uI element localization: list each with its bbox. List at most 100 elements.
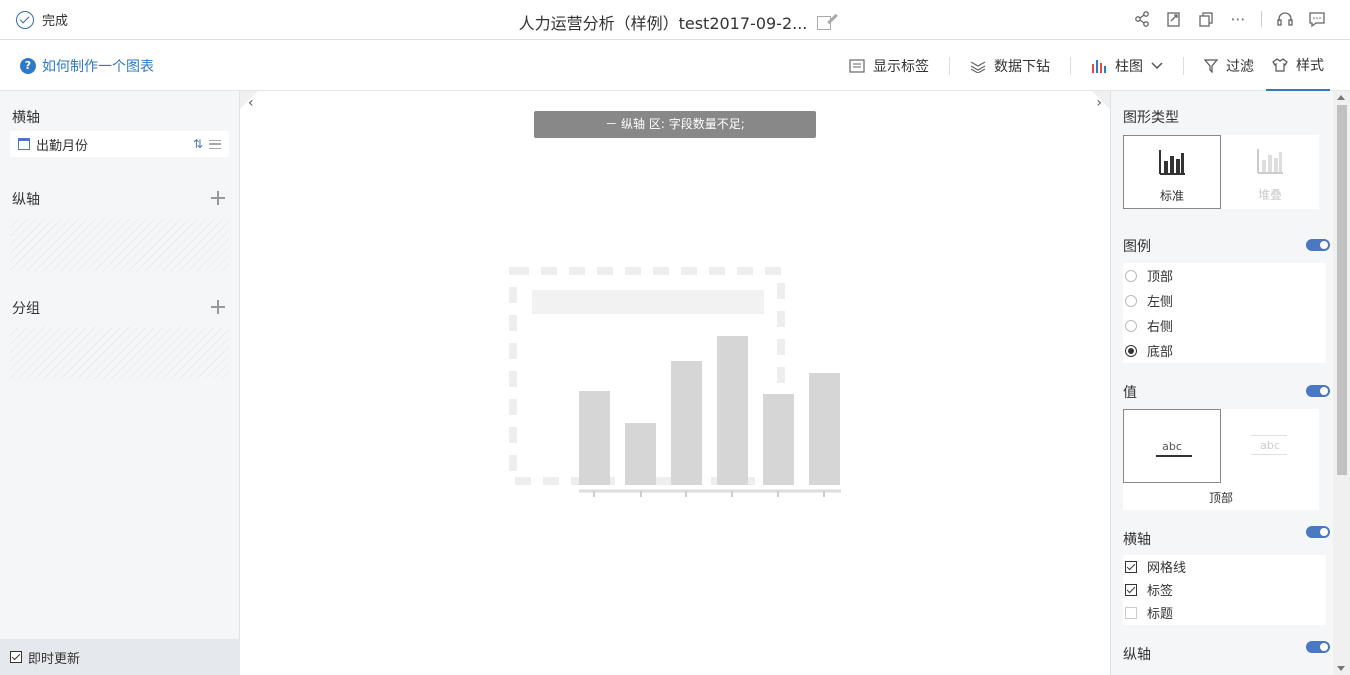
chart-type-dropdown[interactable]: 柱图 (1071, 40, 1183, 91)
type-stacked-option[interactable]: 堆叠 (1221, 135, 1319, 209)
style-tab[interactable]: 样式 (1266, 40, 1330, 91)
scroll-up-icon[interactable] (1337, 95, 1345, 100)
x-axis-options: 网格线 标签 标题 (1123, 555, 1326, 625)
group-dropzone[interactable] (10, 327, 229, 379)
gridline-checkbox[interactable]: 网格线 (1123, 555, 1326, 578)
legend-left-radio[interactable]: 左侧 (1123, 288, 1326, 313)
add-group-field-icon[interactable] (211, 300, 225, 314)
value-inside-option[interactable]: abc (1221, 409, 1319, 483)
chart-toolbar: ? 如何制作一个图表 显示标签 数据下钻 柱图 过滤 样式 (0, 40, 1350, 91)
edit-icon[interactable] (817, 16, 832, 30)
radio-selected-icon (1125, 344, 1137, 357)
show-labels-label: 显示标签 (873, 58, 929, 75)
x-axis-toggle[interactable] (1306, 526, 1330, 538)
headset-icon[interactable] (1276, 10, 1294, 28)
value-title: 值 (1123, 385, 1137, 401)
sort-icon[interactable]: ⇅ (193, 137, 203, 151)
top-icons: ⋯ (1133, 10, 1326, 28)
scroll-thumb[interactable] (1337, 105, 1347, 475)
legend-bottom-radio[interactable]: 底部 (1123, 338, 1326, 363)
tool-group: 显示标签 数据下钻 柱图 过滤 样式 (829, 40, 1350, 91)
value-baseline (1156, 455, 1192, 457)
menu-icon[interactable] (209, 139, 221, 149)
collapse-right-icon[interactable]: › (1096, 95, 1102, 111)
chart-canvas: ‹ › － 纵轴 区: 字段数量不足; (240, 91, 1110, 675)
legend-top-radio[interactable]: 顶部 (1123, 263, 1326, 288)
axis-title-checkbox[interactable]: 标题 (1123, 601, 1326, 624)
legend-option-label: 底部 (1147, 345, 1174, 360)
value-baseline (1251, 454, 1287, 455)
top-bar: 完成 人力运营分析（样例）test2017-09-2... ⋯ (0, 0, 1350, 40)
chart-type-label: 柱图 (1115, 58, 1143, 75)
stacked-bar-icon (1257, 149, 1283, 174)
copy-icon[interactable] (1197, 10, 1215, 28)
collapse-left-icon[interactable]: ‹ (248, 95, 254, 111)
shirt-icon (1272, 57, 1288, 72)
share-icon[interactable] (1133, 10, 1151, 28)
radio-icon (1125, 319, 1137, 332)
legend-options: 顶部 左侧 右侧 底部 (1123, 263, 1326, 363)
howto-link[interactable]: ? 如何制作一个图表 (20, 56, 154, 76)
axis-label-label: 标签 (1147, 584, 1174, 599)
filter-label: 过滤 (1226, 58, 1254, 75)
type-stacked-label: 堆叠 (1257, 188, 1282, 202)
legend-option-label: 右侧 (1147, 320, 1174, 335)
checkbox-checked-icon (10, 651, 22, 663)
y-axis-style-title: 纵轴 (1123, 647, 1151, 663)
checkbox-checked-icon (1125, 583, 1137, 596)
warning-banner: － 纵轴 区: 字段数量不足; (534, 111, 816, 138)
x-axis-field-name: 出勤月份 (36, 138, 89, 154)
more-icon[interactable]: ⋯ (1229, 10, 1247, 28)
value-top-option[interactable]: abc (1123, 409, 1221, 483)
y-axis-toggle[interactable] (1306, 641, 1330, 653)
help-icon: ? (20, 58, 36, 74)
x-axis-style-title: 横轴 (1123, 532, 1151, 548)
value-toggle[interactable] (1306, 385, 1330, 397)
drilldown-button[interactable]: 数据下钻 (950, 40, 1070, 91)
x-axis-field-chip[interactable]: 出勤月份 ⇅ (10, 131, 229, 157)
standard-bar-icon (1159, 150, 1185, 175)
legend-title: 图例 (1123, 239, 1151, 255)
type-standard-option[interactable]: 标准 (1123, 135, 1221, 209)
checkbox-checked-icon (1125, 560, 1137, 573)
calendar-icon (18, 138, 30, 150)
legend-option-label: 左侧 (1147, 295, 1174, 310)
group-label: 分组 (12, 301, 40, 317)
show-labels-button[interactable]: 显示标签 (829, 40, 949, 91)
style-label: 样式 (1296, 57, 1324, 74)
x-axis-label: 横轴 (12, 110, 40, 126)
add-y-axis-field-icon[interactable] (211, 191, 225, 205)
instant-update-checkbox[interactable]: 即时更新 (0, 639, 240, 675)
legend-toggle[interactable] (1306, 239, 1330, 251)
value-position-label: 顶部 (1208, 491, 1233, 505)
document-title-text: 人力运营分析（样例）test2017-09-2... (518, 14, 808, 33)
value-sample: abc (1162, 440, 1182, 453)
y-axis-dropzone[interactable] (10, 219, 229, 271)
layers-icon (970, 60, 986, 73)
y-axis-label: 纵轴 (12, 192, 40, 208)
checkbox-unchecked-icon (1125, 606, 1137, 619)
filter-button[interactable]: 过滤 (1184, 40, 1266, 91)
howto-label: 如何制作一个图表 (42, 59, 154, 75)
scroll-down-icon[interactable] (1337, 666, 1345, 671)
radio-icon (1125, 294, 1137, 307)
type-standard-label: 标准 (1159, 189, 1184, 203)
chat-icon[interactable] (1308, 10, 1326, 28)
legend-option-label: 顶部 (1147, 270, 1174, 285)
chevron-down-icon (1151, 61, 1163, 69)
axis-label-checkbox[interactable]: 标签 (1123, 578, 1326, 601)
chart-type-title: 图形类型 (1123, 110, 1179, 126)
label-icon (849, 58, 865, 73)
value-baseline (1251, 435, 1287, 436)
style-panel: 图形类型 标准 堆叠 图例 顶部 左侧 右侧 底部 值 abc abc 顶部 横… (1110, 91, 1350, 675)
empty-chart-illustration (509, 267, 841, 497)
export-icon[interactable] (1165, 10, 1183, 28)
gridline-label: 网格线 (1147, 561, 1187, 576)
field-panel: 横轴 出勤月份 ⇅ 纵轴 分组 即时更新 (0, 91, 240, 675)
instant-update-label: 即时更新 (28, 651, 81, 667)
axis-title-label: 标题 (1147, 607, 1174, 622)
legend-right-radio[interactable]: 右侧 (1123, 313, 1326, 338)
drilldown-label: 数据下钻 (994, 58, 1050, 75)
style-panel-scrollbar[interactable] (1333, 91, 1350, 675)
bar-chart-icon (1092, 59, 1106, 73)
